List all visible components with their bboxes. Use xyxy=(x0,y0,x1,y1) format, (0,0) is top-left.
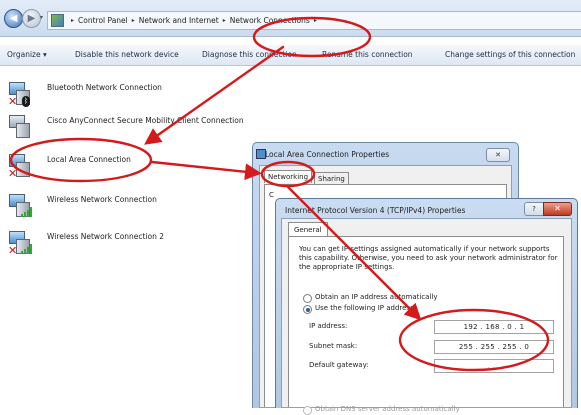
connection-name: Local Area Connection xyxy=(47,155,131,164)
list-item-bluetooth[interactable]: ✕ ᛒ Bluetooth Network Connection xyxy=(0,80,270,116)
panel-partial-label: C xyxy=(269,191,274,199)
breadcrumb-network-connections[interactable]: Network Connections xyxy=(230,16,310,25)
connection-name: Cisco AnyConnect Secure Mobility Client … xyxy=(47,116,244,125)
subnet-mask-label: Subnet mask: xyxy=(309,342,358,350)
disconnected-x-icon: ✕ xyxy=(8,95,18,108)
recent-pages-dropdown-icon[interactable]: ▾ xyxy=(40,14,43,21)
dialog-title: Local Area Connection Properties xyxy=(265,150,390,159)
breadcrumb-separator-icon[interactable]: ▸ xyxy=(132,17,135,24)
back-button[interactable]: ◀ xyxy=(4,9,23,28)
tab-general[interactable]: General xyxy=(288,222,328,237)
lan-adapter-icon: ✕ xyxy=(8,154,31,180)
use-following-ip-radio[interactable] xyxy=(303,305,312,314)
default-gateway-input[interactable]: . . . xyxy=(434,359,554,373)
organize-button[interactable]: Organize ▾ xyxy=(7,50,47,59)
breadcrumb-separator-icon[interactable]: ▸ xyxy=(223,17,226,24)
breadcrumb-network-and-internet[interactable]: Network and Internet xyxy=(139,16,219,25)
obtain-ip-automatically-radio[interactable] xyxy=(303,294,312,303)
dialog-body: General You can get IP settings assigned… xyxy=(281,218,572,415)
disconnected-x-icon: ✕ xyxy=(8,244,18,257)
disable-device-button[interactable]: Disable this network device xyxy=(75,50,179,59)
bluetooth-adapter-icon: ✕ ᛒ xyxy=(8,82,31,108)
list-item-cisco-anyconnect[interactable]: Cisco AnyConnect Secure Mobility Client … xyxy=(0,113,270,149)
disconnected-x-icon: ✕ xyxy=(8,167,18,180)
tab-networking[interactable]: Networking xyxy=(264,170,313,183)
address-bar: ◀ ▶ ▾ ▸ Control Panel ▸ Network and Inte… xyxy=(0,0,581,37)
connection-name: Bluetooth Network Connection xyxy=(47,83,162,92)
connection-name: Wireless Network Connection 2 xyxy=(47,232,165,241)
obtain-dns-automatically-radio[interactable] xyxy=(303,406,312,415)
vpn-adapter-icon xyxy=(9,115,31,139)
help-button[interactable]: ? xyxy=(524,202,544,216)
list-item-wireless-connection-2[interactable]: ✕ Wireless Network Connection 2 xyxy=(0,229,270,265)
list-item-wireless-connection[interactable]: Wireless Network Connection xyxy=(0,192,270,228)
ip-address-input[interactable]: 192 . 168 . 0 . 1 xyxy=(434,320,554,334)
control-panel-icon xyxy=(51,14,64,27)
breadcrumb-separator-icon[interactable]: ▸ xyxy=(314,17,317,24)
ip-address-label: IP address: xyxy=(309,322,348,330)
close-button[interactable]: ✕ xyxy=(543,202,572,216)
wireless-adapter-icon: ✕ xyxy=(8,231,32,257)
ipv4-properties-dialog: Internet Protocol Version 4 (TCP/IPv4) P… xyxy=(275,198,578,415)
change-settings-button[interactable]: Change settings of this connection xyxy=(445,50,575,59)
wireless-adapter-icon xyxy=(9,194,32,218)
bluetooth-icon: ᛒ xyxy=(22,96,30,107)
wireless-signal-icon xyxy=(21,244,32,254)
forward-button[interactable]: ▶ xyxy=(22,9,41,28)
wireless-signal-icon xyxy=(21,207,32,217)
obtain-ip-automatically-label[interactable]: Obtain an IP address automatically xyxy=(315,293,438,301)
general-panel: You can get IP settings assigned automat… xyxy=(288,236,564,415)
breadcrumb-separator-icon[interactable]: ▸ xyxy=(71,17,74,24)
close-button[interactable]: ✕ xyxy=(486,148,510,162)
list-item-local-area-connection[interactable]: ✕ Local Area Connection xyxy=(0,152,270,188)
use-following-ip-label[interactable]: Use the following IP address: xyxy=(315,304,416,312)
ip-settings-description: You can get IP settings assigned automat… xyxy=(299,245,558,271)
dialog-title: Internet Protocol Version 4 (TCP/IPv4) P… xyxy=(285,206,466,215)
default-gateway-label: Default gateway: xyxy=(309,361,369,369)
connection-name: Wireless Network Connection xyxy=(47,195,157,204)
diagnose-connection-button[interactable]: Diagnose this connection xyxy=(202,50,297,59)
subnet-mask-input[interactable]: 255 . 255 . 255 . 0 xyxy=(434,340,554,354)
breadcrumb-control-panel[interactable]: Control Panel xyxy=(78,16,128,25)
command-toolbar: Organize ▾ Disable this network device D… xyxy=(0,45,581,66)
obtain-dns-automatically-label[interactable]: Obtain DNS server address automatically xyxy=(315,405,460,413)
breadcrumb[interactable]: ▸ Control Panel ▸ Network and Internet ▸… xyxy=(47,11,581,30)
rename-connection-button[interactable]: Rename this connection xyxy=(322,50,413,59)
